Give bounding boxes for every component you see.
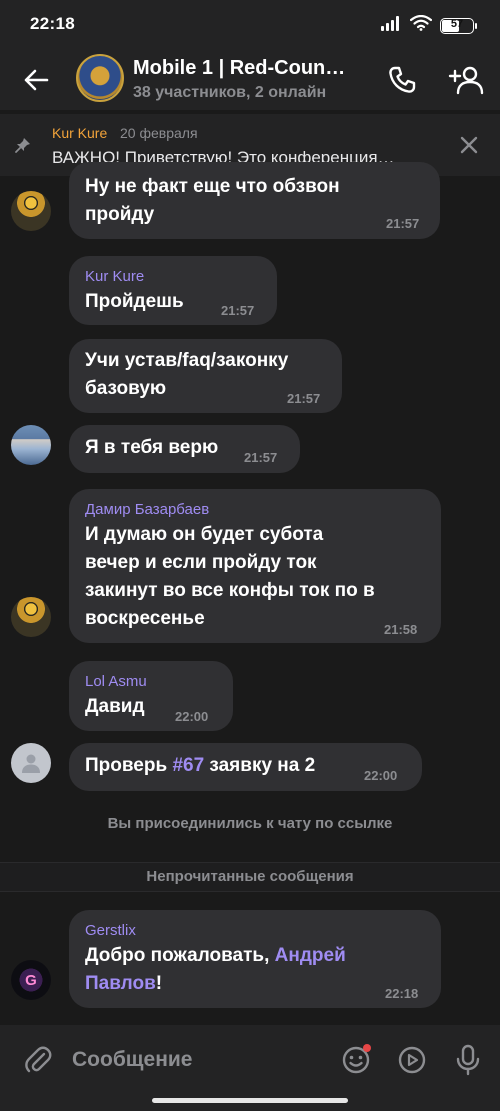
- message-line: Пройдешь: [85, 291, 184, 312]
- message-time: 22:18: [385, 986, 419, 1001]
- pin-icon: [14, 136, 32, 159]
- message-bubble[interactable]: Учи устав/faq/законку базовую 21:57: [69, 339, 342, 413]
- message-line: Ну не факт еще что обзвон: [85, 176, 340, 197]
- chat-avatar[interactable]: [76, 54, 124, 102]
- hashtag-link[interactable]: #67: [172, 755, 204, 776]
- chat-header: Mobile 1 | Red-Coun… 38 участников, 2 он…: [0, 48, 500, 110]
- battery-level: 57: [450, 17, 464, 30]
- pinned-author: Kur Kure: [52, 125, 108, 141]
- sender-avatar[interactable]: [11, 597, 51, 637]
- message-time: 21:57: [221, 303, 255, 318]
- message-time: 21:57: [287, 391, 321, 406]
- unread-label: Непрочитанные сообщения: [146, 868, 354, 885]
- sender-avatar[interactable]: G: [11, 960, 51, 1000]
- default-user-icon: [22, 754, 40, 773]
- message-line: Добро пожаловать, Андрей: [85, 945, 346, 966]
- message-line: Я в тебя верю: [85, 437, 219, 458]
- message-line: закинут во все конфы ток по в: [85, 580, 375, 601]
- voice-message-button[interactable]: [448, 1040, 488, 1080]
- message-line: пройду: [85, 204, 155, 225]
- phone-icon: [389, 66, 416, 93]
- chat-title[interactable]: Mobile 1 | Red-Coun…: [133, 57, 345, 80]
- stickers-icon: [398, 1046, 426, 1074]
- message-author[interactable]: Lol Asmu: [85, 673, 147, 690]
- attach-icon: [25, 1046, 52, 1073]
- message-author[interactable]: Дамир Базарбаев: [85, 501, 209, 518]
- sender-avatar[interactable]: [11, 743, 51, 783]
- message-line: Павлов!: [85, 973, 163, 994]
- message-bubble[interactable]: Дамир Базарбаев И думаю он будет субота …: [69, 489, 441, 643]
- message-bubble[interactable]: Lol Asmu Давид 22:00: [69, 661, 233, 731]
- pinned-date: 20 февраля: [120, 125, 198, 141]
- status-time: 22:18: [30, 14, 75, 33]
- message-time: 21:58: [384, 622, 418, 637]
- message-bubble[interactable]: Проверь #67 заявку на 2 22:00: [69, 743, 422, 791]
- message-author[interactable]: Gerstlix: [85, 922, 136, 939]
- message-input[interactable]: [72, 1045, 322, 1075]
- notification-dot: [363, 1044, 371, 1052]
- emoji-button[interactable]: [336, 1040, 376, 1080]
- message-line: Учи устав/faq/законку: [85, 350, 289, 371]
- back-button[interactable]: [16, 60, 56, 100]
- message-time: 21:57: [386, 216, 420, 231]
- message-bubble[interactable]: Kur Kure Пройдешь 21:57: [69, 256, 277, 325]
- message-time: 22:00: [175, 709, 209, 724]
- pinned-close-button[interactable]: [454, 130, 484, 160]
- message-line: Давид: [85, 696, 145, 717]
- close-icon: [460, 136, 478, 154]
- message-time: 22:00: [364, 768, 398, 783]
- status-icons: 57: [380, 14, 477, 36]
- message-line: вечер и если пройду ток: [85, 552, 317, 573]
- message-bubble[interactable]: Я в тебя верю 21:57: [69, 425, 300, 473]
- add-user-icon: [448, 66, 484, 95]
- message-time: 21:57: [244, 450, 278, 465]
- sender-avatar[interactable]: [11, 425, 51, 465]
- back-arrow-icon: [24, 69, 49, 91]
- message-line: базовую: [85, 378, 167, 399]
- message-line: воскресенье: [85, 608, 205, 629]
- user-mention[interactable]: Андрей: [275, 945, 346, 966]
- message-line: И думаю он будет субота: [85, 524, 324, 545]
- status-bar: 22:18 57: [0, 0, 500, 48]
- stickers-button[interactable]: [392, 1040, 432, 1080]
- unread-divider: Непрочитанные сообщения: [0, 862, 500, 892]
- add-user-button[interactable]: [446, 60, 488, 100]
- message-line: Проверь #67 заявку на 2: [85, 755, 316, 776]
- signal-icon: [380, 15, 402, 36]
- mic-icon: [456, 1044, 480, 1076]
- chat-members-count[interactable]: 38 участников, 2 онлайн: [133, 84, 326, 102]
- message-author[interactable]: Kur Kure: [85, 268, 144, 285]
- user-mention[interactable]: Павлов: [85, 973, 156, 994]
- call-button[interactable]: [382, 60, 422, 100]
- sender-avatar[interactable]: [11, 191, 51, 231]
- home-indicator[interactable]: [152, 1098, 348, 1103]
- attach-button[interactable]: [18, 1040, 58, 1080]
- message-bubble[interactable]: Gerstlix Добро пожаловать, Андрей Павлов…: [69, 910, 441, 1008]
- message-bubble[interactable]: Ну не факт еще что обзвон пройду 21:57: [69, 162, 440, 239]
- battery-icon: 57: [440, 17, 477, 34]
- wifi-icon: [409, 14, 433, 36]
- joined-notice: Вы присоединились к чату по ссылке: [107, 815, 393, 832]
